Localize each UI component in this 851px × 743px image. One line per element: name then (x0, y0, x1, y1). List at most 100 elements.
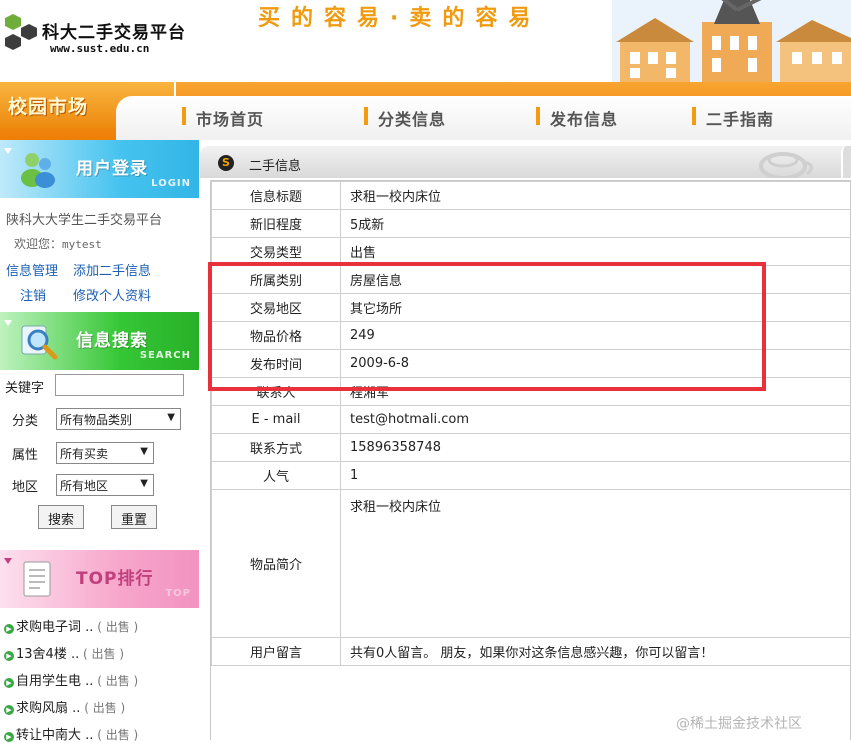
arrow-bullet-icon: ▶ (4, 624, 14, 634)
site-url: www.sust.edu.cn (50, 42, 149, 55)
s-badge-icon: S (218, 155, 234, 171)
detail-row: 新旧程度5成新 (212, 210, 851, 238)
windmill-houses-illustration (612, 0, 851, 82)
detail-value: test@hotmali.com (341, 406, 851, 434)
detail-value: 房屋信息 (341, 266, 851, 294)
login-banner-title: 用户登录 (76, 154, 148, 179)
login-banner-subtitle: LOGIN (151, 178, 191, 189)
top-item-status: 出售 (93, 701, 117, 715)
top-item[interactable]: ▶转让中南大 .. ( 出售 ) (4, 724, 138, 743)
search-banner: 信息搜索 SEARCH (0, 312, 199, 370)
dropdown-arrow-icon: ▼ (167, 412, 175, 423)
top-item[interactable]: ▶求购风扇 .. ( 出售 ) (4, 697, 125, 716)
content-header: S 二手信息 (200, 146, 851, 178)
detail-label: 用户留言 (212, 638, 341, 666)
section-title: 二手信息 (249, 155, 301, 174)
detail-label: E - mail (212, 406, 341, 434)
detail-value: 5成新 (341, 210, 851, 238)
login-banner: 用户登录 LOGIN (0, 140, 199, 198)
detail-row: 联系人程湘军 (212, 378, 851, 406)
reset-button[interactable]: 重置 (111, 505, 157, 529)
detail-value: 其它场所 (341, 294, 851, 322)
detail-row: E - mailtest@hotmali.com (212, 406, 851, 434)
detail-label: 所属类别 (212, 266, 341, 294)
document-icon (18, 558, 58, 600)
search-banner-title: 信息搜索 (76, 326, 148, 351)
main-nav-bar: 校园市场 市场首页 分类信息 发布信息 二手指南 (0, 82, 851, 140)
header-tab-edge (841, 146, 851, 178)
detail-label: 联系人 (212, 378, 341, 406)
category-label: 分类 (12, 410, 38, 429)
info-manage-link[interactable]: 信息管理 (6, 260, 58, 279)
detail-row: 用户留言共有0人留言。 朋友，如果你对这条信息感兴趣，你可以留言！ (212, 638, 851, 666)
detail-label: 交易类型 (212, 238, 341, 266)
top-ranking-banner: TOP排行 TOP (0, 550, 199, 608)
edit-profile-link[interactable]: 修改个人资料 (73, 285, 151, 304)
detail-row: 交易地区其它场所 (212, 294, 851, 322)
hexagon-logo-icon (2, 12, 46, 56)
detail-value: 共有0人留言。 朋友，如果你对这条信息感兴趣，你可以留言！ (341, 638, 851, 666)
site-slogan: 买的容易·卖的容易 (258, 0, 541, 32)
site-header: 科大二手交易平台 www.sust.edu.cn 买的容易·卖的容易 (0, 0, 851, 82)
detail-value: 求租一校内床位 (341, 490, 851, 638)
detail-row: 所属类别房屋信息 (212, 266, 851, 294)
logout-link[interactable]: 注销 (20, 285, 46, 304)
users-icon (18, 148, 58, 190)
triangle-icon (4, 558, 12, 564)
detail-value: 2009-6-8 (341, 350, 851, 378)
arrow-bullet-icon: ▶ (4, 705, 14, 715)
item-detail-table: 信息标题求租一校内床位新旧程度5成新交易类型出售所属类别房屋信息交易地区其它场所… (211, 181, 851, 666)
item-detail-panel: 信息标题求租一校内床位新旧程度5成新交易类型出售所属类别房屋信息交易地区其它场所… (210, 180, 851, 740)
triangle-icon (4, 320, 12, 326)
top-item[interactable]: ▶13舍4楼 .. ( 出售 ) (4, 643, 124, 662)
arrow-bullet-icon: ▶ (4, 651, 14, 661)
watermark: @稀土掘金技术社区 (676, 713, 802, 733)
arrow-bullet-icon: ▶ (4, 678, 14, 688)
cup-decoration-icon (753, 146, 823, 178)
detail-row: 物品简介求租一校内床位 (212, 490, 851, 638)
top-item-status: 出售 (106, 620, 130, 634)
category-select[interactable]: 所有物品类别 ▼ (56, 408, 181, 430)
add-item-link[interactable]: 添加二手信息 (73, 260, 151, 279)
username: mytest (62, 238, 102, 251)
search-button[interactable]: 搜索 (38, 505, 84, 529)
top-banner-subtitle: TOP (165, 588, 191, 599)
triangle-icon (4, 148, 12, 154)
detail-value: 249 (341, 322, 851, 350)
detail-label: 物品简介 (212, 490, 341, 638)
welcome-prefix: 欢迎您： (14, 237, 62, 251)
dropdown-arrow-icon: ▼ (140, 478, 148, 489)
detail-row: 物品价格249 (212, 322, 851, 350)
site-name: 科大二手交易平台 (42, 18, 186, 43)
top-item[interactable]: ▶求购电子词 .. ( 出售 ) (4, 616, 138, 635)
nav-item-publish[interactable]: 发布信息 (536, 106, 618, 130)
welcome-text: 欢迎您：mytest (14, 235, 102, 252)
top-item-status: 出售 (106, 674, 130, 688)
detail-row: 联系方式15896358748 (212, 434, 851, 462)
nav-item-market-home[interactable]: 市场首页 (182, 106, 264, 130)
nav-item-guide[interactable]: 二手指南 (692, 106, 774, 130)
detail-value: 求租一校内床位 (341, 182, 851, 210)
attribute-select[interactable]: 所有买卖 ▼ (56, 442, 154, 464)
region-select[interactable]: 所有地区 ▼ (56, 474, 154, 496)
detail-value: 15896358748 (341, 434, 851, 462)
detail-row: 信息标题求租一校内床位 (212, 182, 851, 210)
detail-label: 联系方式 (212, 434, 341, 462)
attribute-label: 属性 (12, 444, 38, 463)
detail-row: 人气1 (212, 462, 851, 490)
detail-row: 交易类型出售 (212, 238, 851, 266)
dropdown-arrow-icon: ▼ (140, 446, 148, 457)
detail-label: 新旧程度 (212, 210, 341, 238)
detail-value: 1 (341, 462, 851, 490)
detail-label: 交易地区 (212, 294, 341, 322)
keyword-input[interactable] (55, 374, 184, 396)
region-label: 地区 (12, 476, 38, 495)
nav-item-categories[interactable]: 分类信息 (364, 106, 446, 130)
platform-title: 陕科大大学生二手交易平台 (6, 209, 162, 228)
detail-value: 出售 (341, 238, 851, 266)
detail-value: 程湘军 (341, 378, 851, 406)
keyword-label: 关键字 (5, 377, 44, 396)
magnifier-icon (18, 320, 58, 362)
top-item[interactable]: ▶自用学生电 .. ( 出售 ) (4, 670, 138, 689)
main-content: S 二手信息 信息标题求租一校内床位新旧程度5成新交易类型出售所属类别房屋信息交… (200, 140, 851, 740)
